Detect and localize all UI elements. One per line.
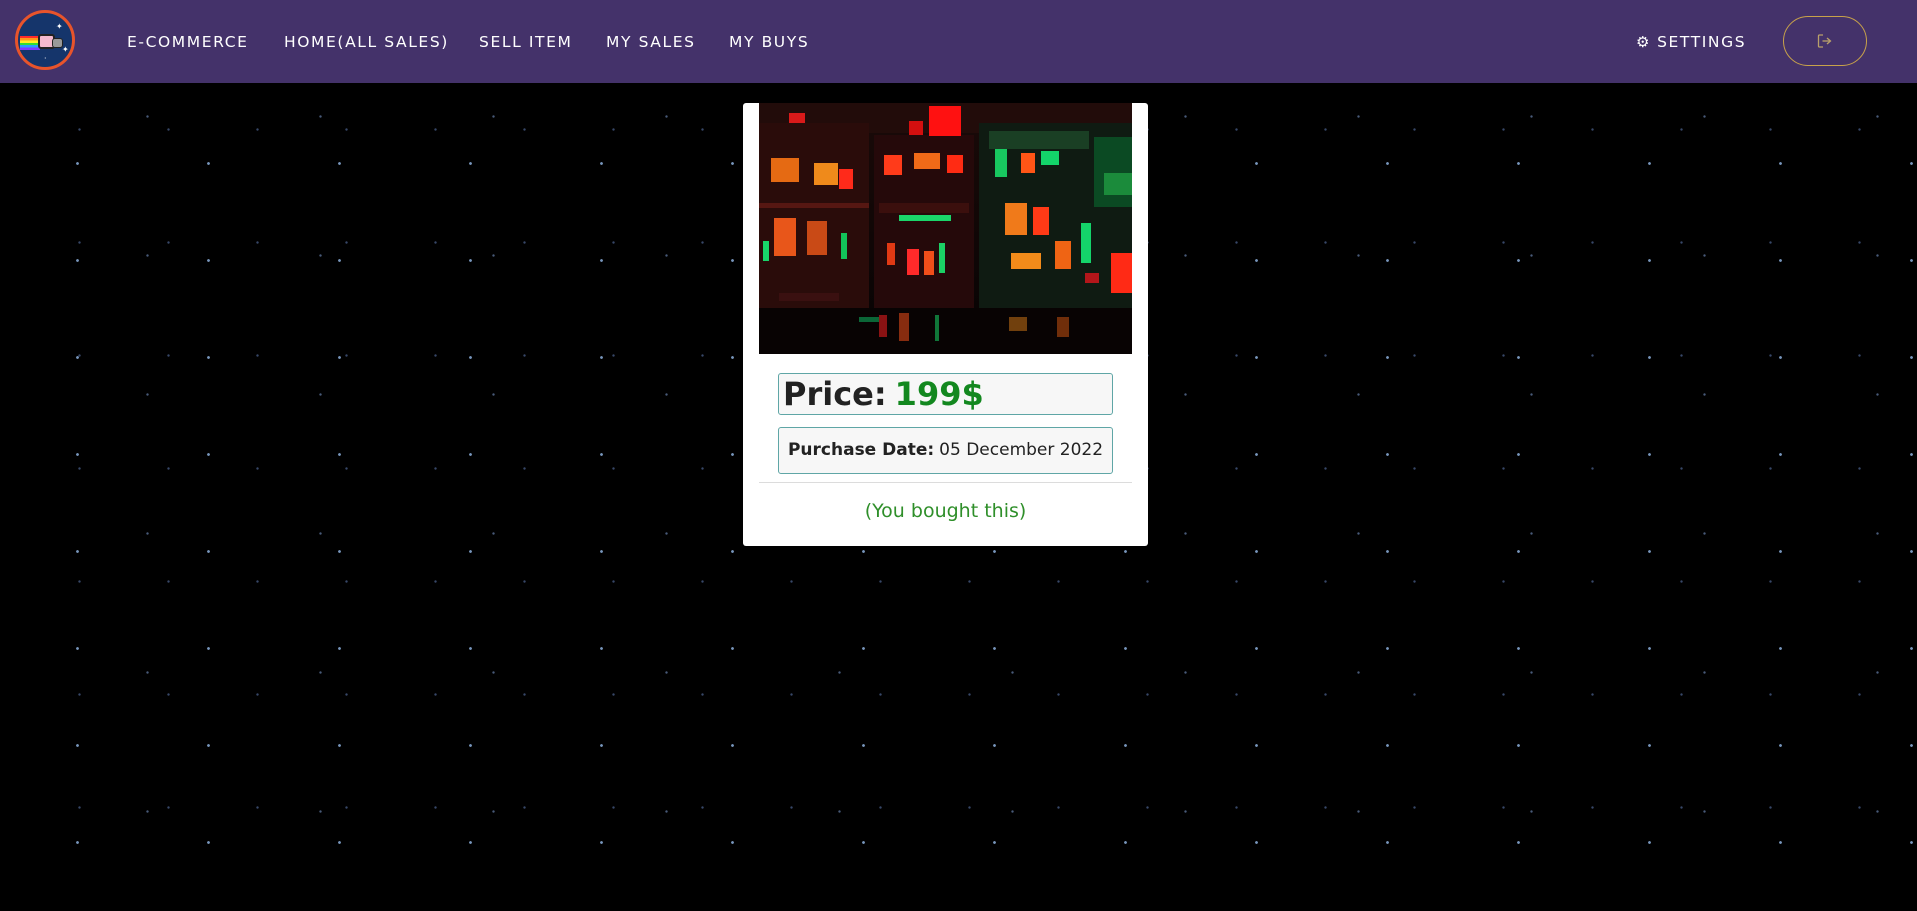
nav-link-home-all-sales[interactable]: HOME(ALL SALES) bbox=[284, 32, 449, 52]
neon-city-artwork bbox=[759, 103, 1132, 354]
nav-link-ecommerce[interactable]: E-COMMERCE bbox=[127, 32, 249, 52]
price-value: 199$ bbox=[894, 375, 984, 413]
logo-rainbow bbox=[20, 36, 40, 50]
settings-label: SETTINGS bbox=[1657, 33, 1747, 51]
card-divider bbox=[759, 482, 1132, 483]
purchase-date-label: Purchase Date: bbox=[787, 440, 935, 460]
purchase-date-box: Purchase Date: 05 December 2022 bbox=[778, 427, 1113, 474]
logo-star-icon: ✦ bbox=[56, 22, 63, 31]
nav-link-sell-item[interactable]: SELL ITEM bbox=[479, 32, 572, 52]
nav-link-my-buys[interactable]: MY BUYS bbox=[729, 32, 809, 52]
logo-star-icon: · bbox=[44, 54, 47, 63]
nyan-cat-logo[interactable]: ✦ ✦ · bbox=[15, 10, 75, 70]
gear-icon: ⚙ bbox=[1636, 33, 1652, 51]
logo-star-icon: ✦ bbox=[62, 45, 69, 54]
page: ✦ ✦ · E-COMMERCE HOME(ALL SALES) SELL IT… bbox=[0, 0, 1917, 911]
purchase-date-value: 05 December 2022 bbox=[939, 440, 1104, 460]
sign-out-icon bbox=[1817, 34, 1832, 48]
purchase-status: (You bought this) bbox=[864, 500, 1027, 522]
purchase-card: Price: 199$ Purchase Date: 05 December 202… bbox=[743, 103, 1148, 546]
navbar: ✦ ✦ · E-COMMERCE HOME(ALL SALES) SELL IT… bbox=[0, 0, 1917, 83]
product-image[interactable] bbox=[759, 103, 1132, 354]
logout-button[interactable] bbox=[1783, 16, 1867, 66]
price-box: Price: 199$ bbox=[778, 373, 1113, 415]
price-label: Price: bbox=[783, 375, 887, 413]
nav-link-my-sales[interactable]: MY SALES bbox=[606, 32, 696, 52]
settings-link[interactable]: ⚙ SETTINGS bbox=[1636, 32, 1746, 52]
